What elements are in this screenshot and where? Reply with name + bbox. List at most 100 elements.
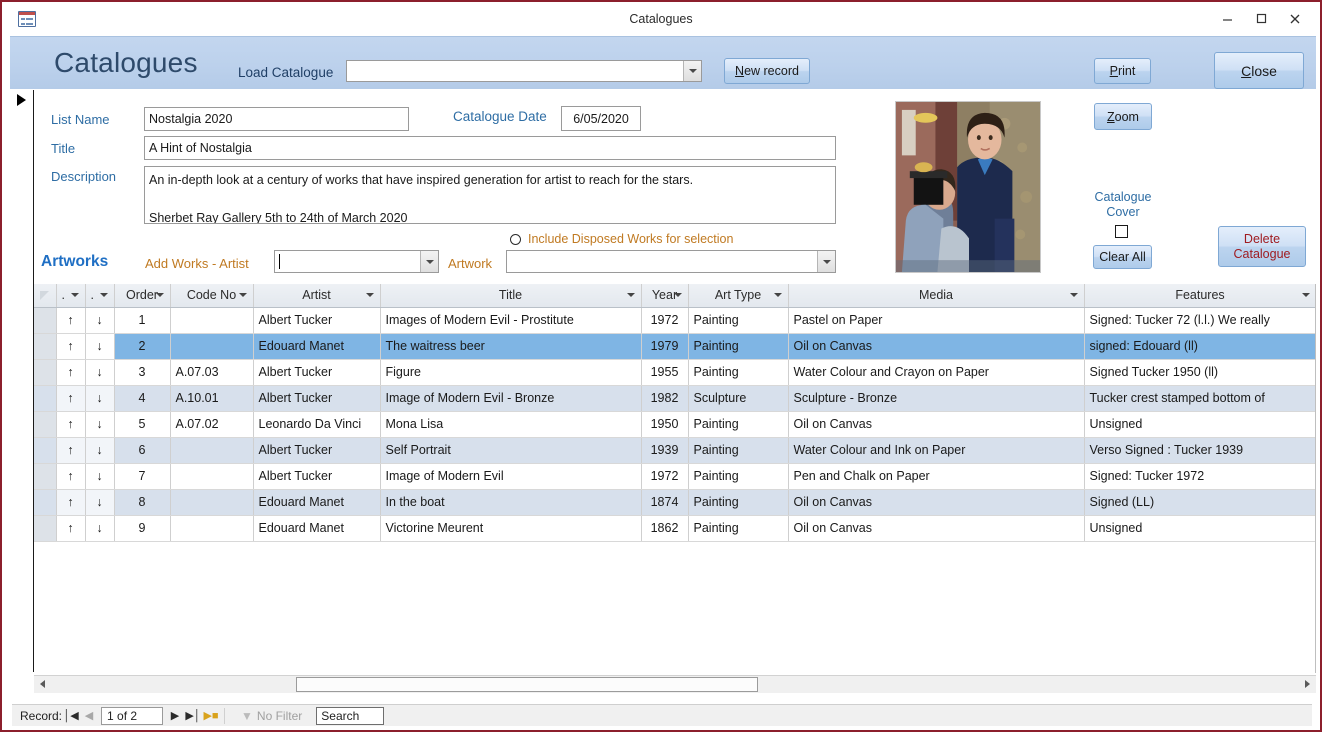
catalogue-cover-checkbox[interactable] bbox=[1115, 225, 1128, 238]
select-all-corner[interactable] bbox=[34, 284, 57, 308]
cell-code-no[interactable]: A.07.03 bbox=[170, 359, 254, 386]
cell-title[interactable]: Mona Lisa bbox=[380, 411, 642, 438]
move-down-arrow-icon[interactable]: ↓ bbox=[85, 359, 115, 386]
move-up-arrow-icon[interactable]: ↑ bbox=[56, 411, 86, 438]
cell-media[interactable]: Oil on Canvas bbox=[788, 489, 1085, 516]
minimize-icon[interactable] bbox=[1210, 6, 1244, 32]
cell-order[interactable]: 6 bbox=[114, 437, 171, 464]
cell-code-no[interactable]: A.07.02 bbox=[170, 411, 254, 438]
cell-title[interactable]: Self Portrait bbox=[380, 437, 642, 464]
cell-code-no[interactable] bbox=[170, 307, 254, 334]
cell-order[interactable]: 2 bbox=[114, 333, 171, 360]
cell-artist[interactable]: Edouard Manet bbox=[253, 333, 381, 360]
cell-art-type[interactable]: Painting bbox=[688, 333, 789, 360]
cell-features[interactable]: Signed: Tucker 72 (l.l.) We really bbox=[1084, 307, 1315, 334]
cell-art-type[interactable]: Painting bbox=[688, 411, 789, 438]
cell-artist[interactable]: Edouard Manet bbox=[253, 489, 381, 516]
horizontal-scrollbar[interactable] bbox=[34, 675, 1316, 693]
row-selector[interactable] bbox=[34, 437, 57, 464]
column-header-order[interactable]: Order bbox=[114, 284, 171, 308]
cell-year[interactable]: 1874 bbox=[641, 489, 689, 516]
cell-title[interactable]: Images of Modern Evil - Prostitute bbox=[380, 307, 642, 334]
move-up-arrow-icon[interactable]: ↑ bbox=[56, 385, 86, 412]
record-selector-strip[interactable] bbox=[12, 90, 34, 672]
move-down-arrow-icon[interactable]: ↓ bbox=[85, 411, 115, 438]
description-input[interactable]: An in-depth look at a century of works t… bbox=[144, 166, 836, 224]
clear-all-button[interactable]: Clear All bbox=[1093, 245, 1152, 269]
cell-art-type[interactable]: Painting bbox=[688, 515, 789, 542]
cell-features[interactable]: Signed Tucker 1950 (ll) bbox=[1084, 359, 1315, 386]
search-input[interactable]: Search bbox=[316, 706, 385, 725]
cell-artist[interactable]: Albert Tucker bbox=[253, 307, 381, 334]
column-header-year[interactable]: Year bbox=[641, 284, 689, 308]
move-up-arrow-icon[interactable]: ↑ bbox=[56, 307, 86, 334]
chevron-down-icon[interactable] bbox=[1069, 293, 1078, 298]
cell-features[interactable]: Signed: Tucker 1972 bbox=[1084, 463, 1315, 490]
cell-code-no[interactable] bbox=[170, 489, 254, 516]
close-icon[interactable] bbox=[1278, 6, 1312, 32]
cell-artist[interactable]: Albert Tucker bbox=[253, 463, 381, 490]
cell-order[interactable]: 7 bbox=[114, 463, 171, 490]
cell-media[interactable]: Pastel on Paper bbox=[788, 307, 1085, 334]
table-row[interactable]: ↑ ↓ 4 A.10.01 Albert Tucker Image of Modern E… bbox=[34, 385, 1315, 412]
chevron-down-icon[interactable] bbox=[817, 251, 835, 272]
column-header-down[interactable]: . bbox=[85, 284, 115, 308]
cell-artist[interactable]: Edouard Manet bbox=[253, 515, 381, 542]
close-button[interactable]: Close bbox=[1214, 52, 1304, 89]
cell-title[interactable]: Figure bbox=[380, 359, 642, 386]
cell-order[interactable]: 5 bbox=[114, 411, 171, 438]
cell-features[interactable]: Tucker crest stamped bottom of bbox=[1084, 385, 1315, 412]
cell-code-no[interactable] bbox=[170, 463, 254, 490]
new-record-icon[interactable]: ▶■ bbox=[202, 707, 220, 725]
cell-order[interactable]: 1 bbox=[114, 307, 171, 334]
delete-catalogue-button[interactable]: Delete Catalogue bbox=[1218, 226, 1306, 267]
move-up-arrow-icon[interactable]: ↑ bbox=[56, 489, 86, 516]
zoom-button[interactable]: Zoom bbox=[1094, 103, 1152, 130]
list-name-input[interactable]: Nostalgia 2020 bbox=[144, 107, 409, 131]
cell-year[interactable]: 1862 bbox=[641, 515, 689, 542]
cell-artist[interactable]: Leonardo Da Vinci bbox=[253, 411, 381, 438]
cell-year[interactable]: 1979 bbox=[641, 333, 689, 360]
row-selector[interactable] bbox=[34, 515, 57, 542]
catalogue-cover-image[interactable] bbox=[895, 101, 1041, 273]
move-down-arrow-icon[interactable]: ↓ bbox=[85, 515, 115, 542]
cell-features[interactable]: Signed (LL) bbox=[1084, 489, 1315, 516]
new-record-button[interactable]: New record bbox=[724, 58, 810, 84]
chevron-down-icon[interactable] bbox=[238, 293, 247, 298]
row-selector[interactable] bbox=[34, 489, 57, 516]
move-down-arrow-icon[interactable]: ↓ bbox=[85, 437, 115, 464]
maximize-icon[interactable] bbox=[1244, 6, 1278, 32]
table-row[interactable]: ↑ ↓ 5 A.07.02 Leonardo Da Vinci Mona Lisa 1950… bbox=[34, 411, 1315, 438]
artworks-datasheet[interactable]: .. Order Code No Artist Title Year Art Type Med… bbox=[34, 284, 1316, 673]
cell-art-type[interactable]: Painting bbox=[688, 463, 789, 490]
move-up-arrow-icon[interactable]: ↑ bbox=[55, 333, 86, 360]
cell-artist[interactable]: Albert Tucker bbox=[253, 437, 381, 464]
scrollbar-track[interactable] bbox=[51, 675, 1299, 693]
column-header-title[interactable]: Title bbox=[380, 284, 642, 308]
move-up-arrow-icon[interactable]: ↑ bbox=[56, 463, 86, 490]
chevron-down-icon[interactable] bbox=[70, 293, 79, 298]
chevron-down-icon[interactable] bbox=[773, 293, 782, 298]
cell-art-type[interactable]: Painting bbox=[688, 437, 789, 464]
cell-title[interactable]: The waitress beer bbox=[380, 333, 642, 360]
column-header-features[interactable]: Features bbox=[1084, 284, 1315, 308]
last-record-icon[interactable]: ▶│ bbox=[184, 707, 202, 725]
row-selector[interactable] bbox=[34, 463, 57, 490]
cell-code-no[interactable] bbox=[170, 333, 254, 360]
table-row[interactable]: ↑ ↓ 9 Edouard Manet Victorine Meurent 1862 Pai… bbox=[34, 515, 1315, 542]
table-row[interactable]: ↑ ↓ 8 Edouard Manet In the boat 1874 Painting O… bbox=[34, 489, 1315, 516]
cell-year[interactable]: 1955 bbox=[641, 359, 689, 386]
cell-year[interactable]: 1982 bbox=[641, 385, 689, 412]
cell-features[interactable]: Unsigned bbox=[1084, 411, 1315, 438]
cell-art-type[interactable]: Sculpture bbox=[688, 385, 789, 412]
cell-media[interactable]: Oil on Canvas bbox=[788, 515, 1085, 542]
cell-features[interactable]: Unsigned bbox=[1084, 515, 1315, 542]
cell-features[interactable]: Verso Signed : Tucker 1939 bbox=[1084, 437, 1315, 464]
cell-code-no[interactable] bbox=[170, 437, 254, 464]
column-header-up[interactable]: . bbox=[56, 284, 86, 308]
first-record-icon[interactable]: │◀ bbox=[62, 707, 80, 725]
move-up-arrow-icon[interactable]: ↑ bbox=[56, 359, 86, 386]
move-up-arrow-icon[interactable]: ↑ bbox=[56, 515, 86, 542]
catalogue-date-input[interactable]: 6/05/2020 bbox=[561, 106, 641, 131]
scroll-right-icon[interactable] bbox=[1299, 675, 1316, 693]
